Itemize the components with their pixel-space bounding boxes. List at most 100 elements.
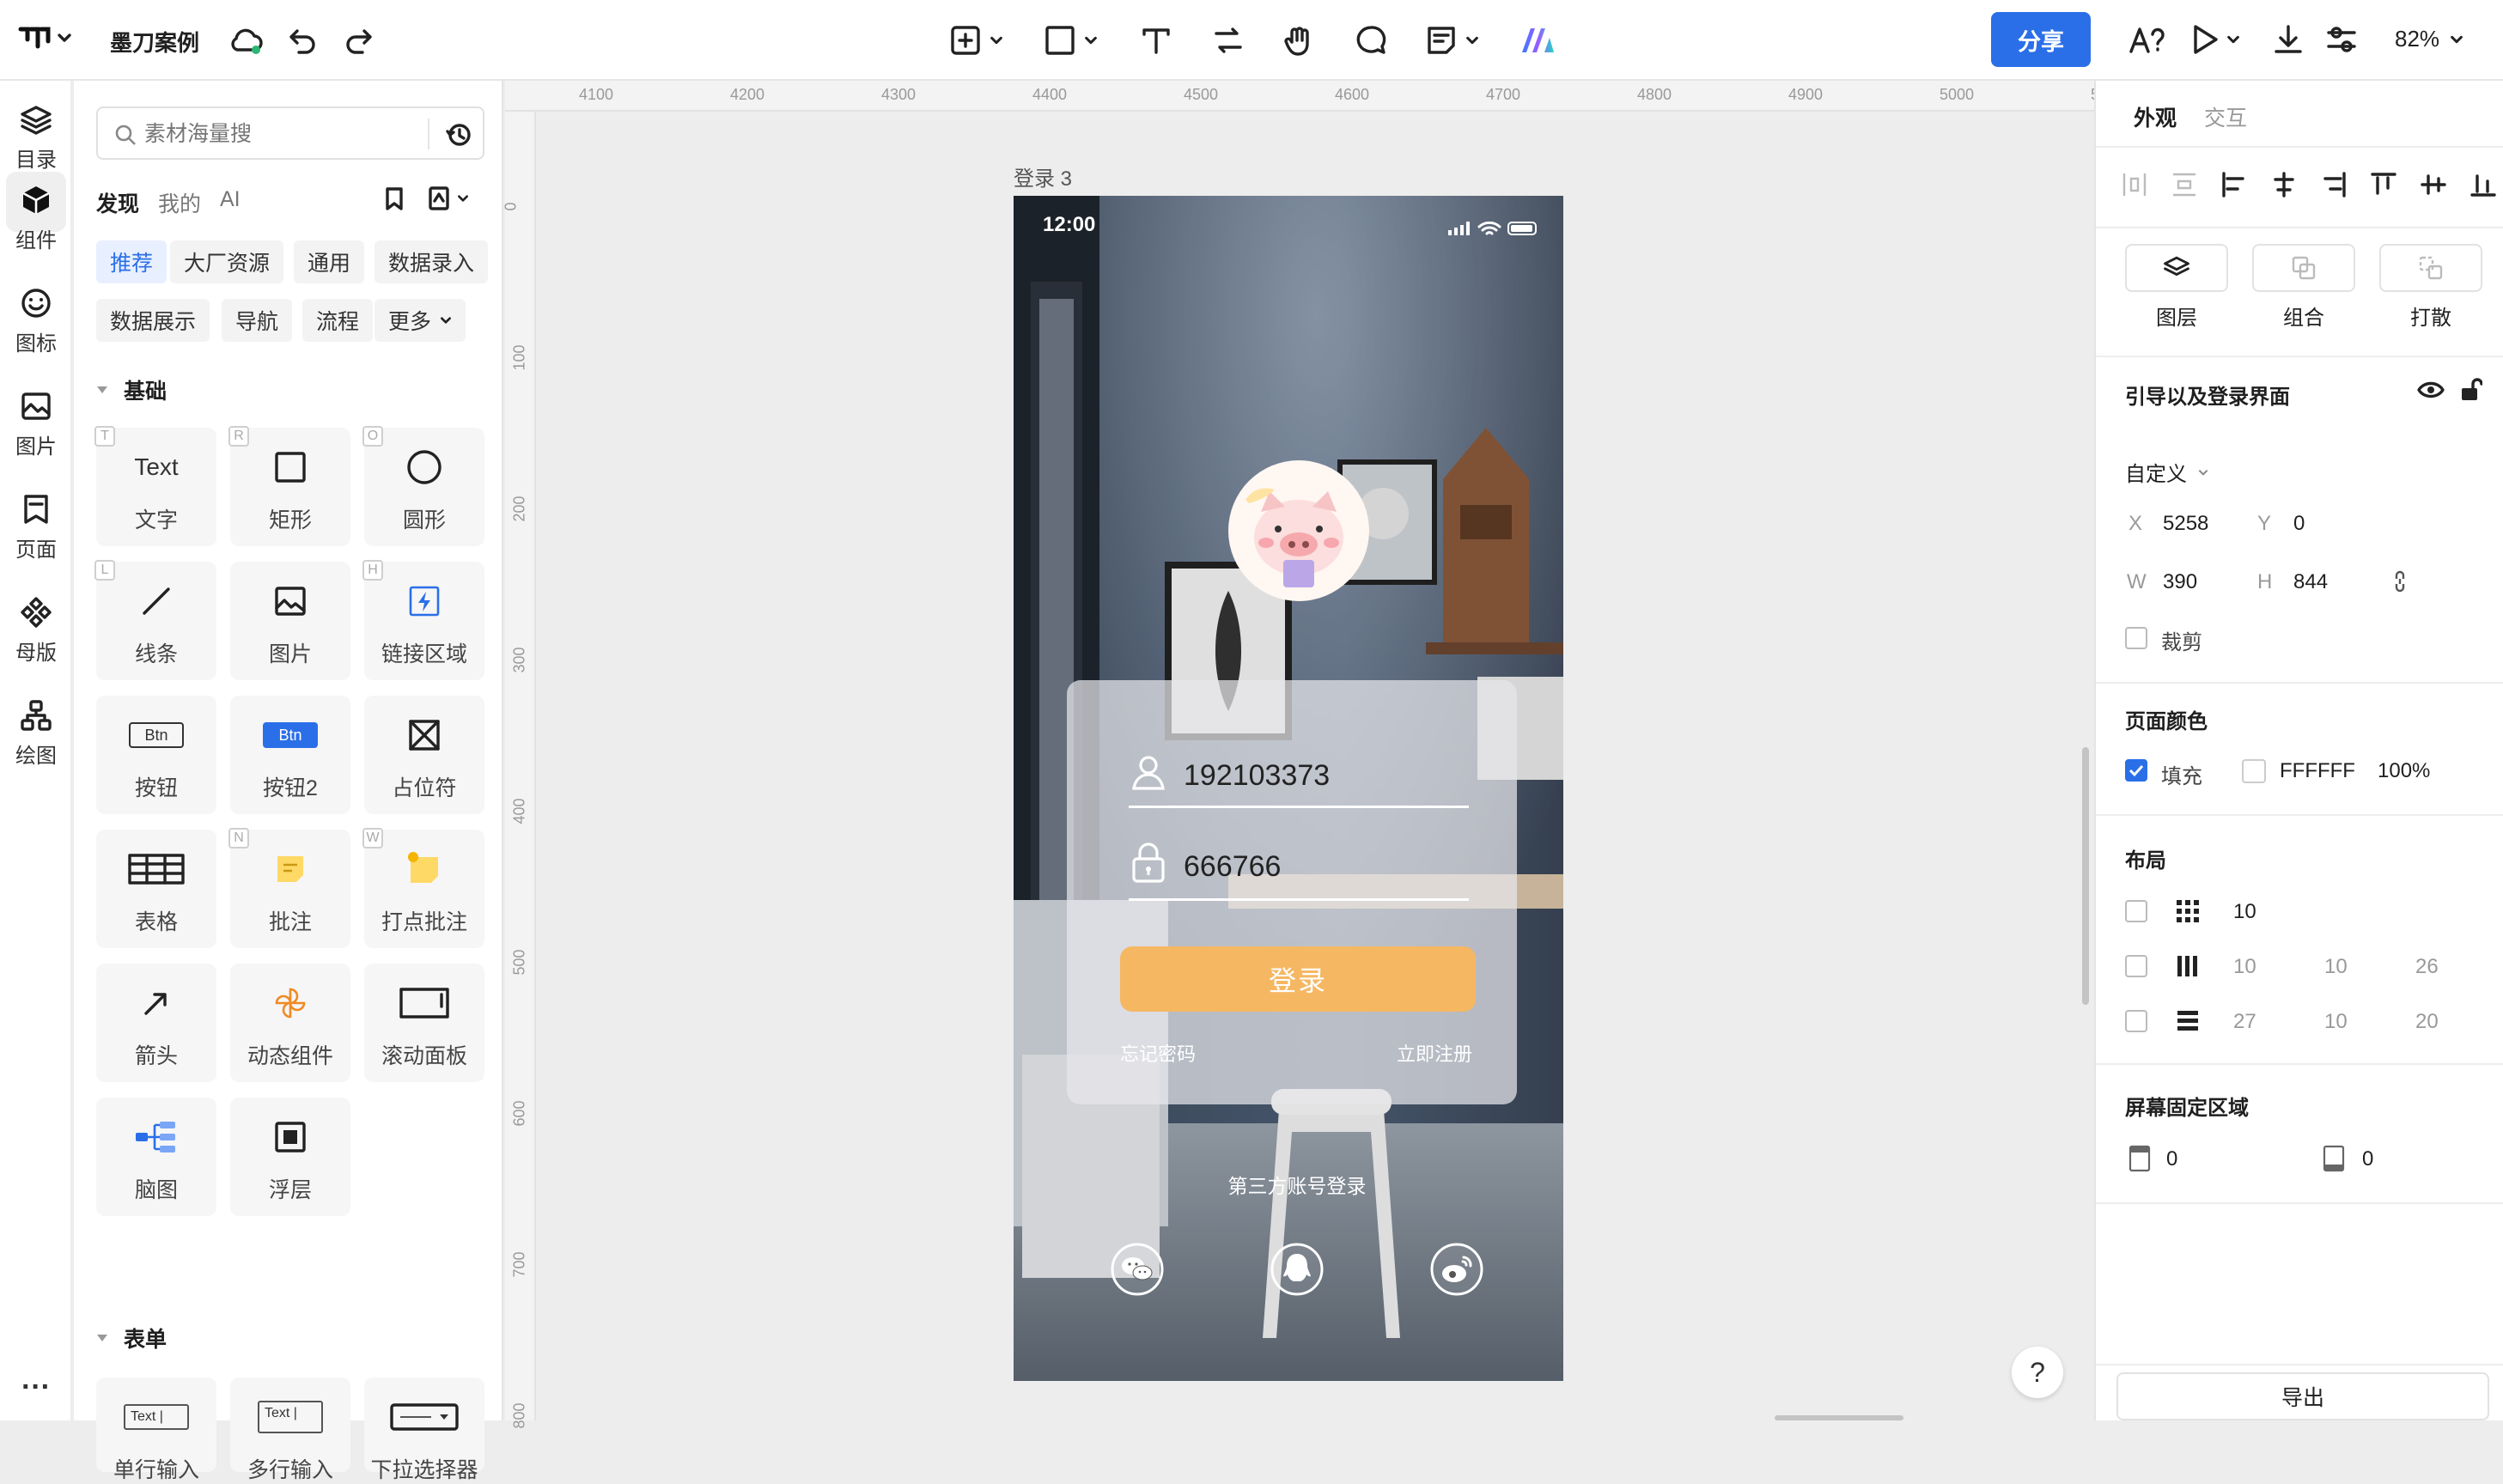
- connector-tool[interactable]: [1211, 22, 1245, 58]
- canvas-scrollbar-vertical[interactable]: [2082, 747, 2089, 1005]
- fill-color-swatch[interactable]: [2242, 759, 2266, 783]
- chip-more[interactable]: 更多: [375, 299, 466, 342]
- help-button[interactable]: ?: [2012, 1347, 2063, 1398]
- zoom-select[interactable]: 82%: [2395, 26, 2463, 52]
- chip-recommended[interactable]: 推荐: [96, 240, 167, 283]
- group-button[interactable]: [2252, 244, 2355, 292]
- rows-margin-input[interactable]: 20: [2415, 1010, 2439, 1034]
- app-menu[interactable]: [17, 21, 72, 55]
- component-image[interactable]: 图片: [230, 562, 350, 680]
- component-overlay[interactable]: 浮层: [230, 1098, 350, 1216]
- component-dot-annotation[interactable]: W 打点批注: [362, 828, 484, 948]
- cloud-sync-icon[interactable]: [228, 24, 265, 57]
- insert-page-tool[interactable]: [948, 22, 1003, 58]
- visibility-eye-icon[interactable]: [2417, 378, 2445, 402]
- grid-size-input[interactable]: 10: [2233, 900, 2256, 924]
- columns-gutter-input[interactable]: 10: [2324, 955, 2348, 979]
- tab-mine[interactable]: 我的: [158, 187, 201, 218]
- chip-general[interactable]: 通用: [294, 240, 365, 283]
- chip-navigation[interactable]: 导航: [222, 299, 293, 342]
- rail-item-pages[interactable]: 页面: [0, 493, 72, 563]
- preview-button[interactable]: [2189, 22, 2240, 57]
- download-icon[interactable]: [2271, 22, 2305, 57]
- library-search[interactable]: [96, 106, 484, 160]
- rows-count-input[interactable]: 27: [2233, 1010, 2256, 1034]
- chip-flow[interactable]: 流程: [302, 299, 374, 342]
- register-link[interactable]: 立即注册: [1397, 1039, 1472, 1067]
- section-basic-header[interactable]: 基础: [96, 374, 167, 405]
- component-multi-input[interactable]: Text | 多行输入: [230, 1378, 350, 1482]
- component-mindmap[interactable]: 脑图: [96, 1098, 216, 1216]
- fill-opacity-input[interactable]: 100%: [2378, 759, 2430, 783]
- component-button2[interactable]: Btn 按钮2: [230, 696, 350, 814]
- chip-data-entry[interactable]: 数据录入: [375, 240, 489, 283]
- distribute-vertical-icon[interactable]: [2170, 170, 2199, 199]
- design-canvas[interactable]: 登录 3 12:00 192103373 666766 登录 忘记密码 立即注册…: [538, 113, 2094, 1420]
- columns-count-input[interactable]: 10: [2233, 955, 2256, 979]
- component-link-area[interactable]: H 链接区域: [362, 560, 484, 680]
- component-button[interactable]: Btn 按钮: [96, 696, 216, 814]
- fill-hex-input[interactable]: FFFFFF: [2280, 759, 2355, 783]
- library-search-input[interactable]: [144, 119, 411, 149]
- component-arrow[interactable]: 箭头: [96, 964, 216, 1082]
- fixed-bottom-input[interactable]: 0: [2362, 1147, 2373, 1171]
- component-circle[interactable]: O 圆形: [362, 426, 484, 546]
- rail-item-icons[interactable]: 图标: [0, 287, 72, 356]
- align-top-icon[interactable]: [2369, 170, 2398, 199]
- fill-checkbox[interactable]: [2125, 759, 2147, 782]
- unlock-icon[interactable]: [2458, 376, 2482, 402]
- project-name[interactable]: 墨刀案例: [110, 26, 199, 58]
- login-button[interactable]: 登录: [1120, 946, 1476, 1012]
- history-icon[interactable]: [445, 121, 472, 149]
- tab-ai[interactable]: AI: [220, 187, 241, 212]
- h-input[interactable]: 844: [2293, 570, 2328, 594]
- weibo-icon[interactable]: [1429, 1242, 1484, 1297]
- library-source-select[interactable]: [426, 186, 469, 211]
- artboard-phone[interactable]: 12:00 192103373 666766 登录 忘记密码 立即注册 第三方账…: [1014, 196, 1563, 1381]
- tab-discover[interactable]: 发现: [96, 187, 139, 218]
- chip-big-factory[interactable]: 大厂资源: [170, 240, 284, 283]
- chip-data-display[interactable]: 数据展示: [96, 299, 210, 342]
- rows-gutter-input[interactable]: 10: [2324, 1010, 2348, 1034]
- rail-item-components[interactable]: 组件: [0, 172, 72, 253]
- section-form-header[interactable]: 表单: [96, 1323, 167, 1353]
- component-dynamic[interactable]: 动态组件: [230, 964, 350, 1082]
- align-center-horizontal-icon[interactable]: [2269, 170, 2299, 199]
- font-size-icon[interactable]: [2128, 22, 2166, 57]
- rail-item-images[interactable]: 图片: [0, 390, 72, 459]
- component-single-input[interactable]: Text | 单行输入: [96, 1378, 216, 1482]
- ungroup-button[interactable]: [2379, 244, 2482, 292]
- export-button[interactable]: 导出: [2116, 1372, 2489, 1420]
- wechat-icon[interactable]: [1110, 1242, 1165, 1297]
- tab-appearance[interactable]: 外观: [2134, 101, 2177, 132]
- ai-tool[interactable]: [1519, 22, 1556, 58]
- bookmark-icon[interactable]: [381, 186, 407, 211]
- align-right-icon[interactable]: [2319, 170, 2348, 199]
- align-bottom-icon[interactable]: [2469, 170, 2498, 199]
- more-menu-button[interactable]: ···: [0, 1371, 72, 1404]
- component-line[interactable]: L 线条: [94, 560, 216, 680]
- layer-button[interactable]: [2125, 244, 2228, 292]
- canvas-scrollbar-horizontal[interactable]: [1775, 1415, 1903, 1420]
- x-input[interactable]: 5258: [2163, 512, 2208, 536]
- text-tool[interactable]: [1139, 22, 1173, 58]
- component-placeholder[interactable]: 占位符: [364, 696, 484, 814]
- component-text[interactable]: T Text 文字: [94, 426, 216, 546]
- rail-item-masters[interactable]: 母版: [0, 596, 72, 666]
- component-rectangle[interactable]: R 矩形: [228, 426, 350, 546]
- tab-interaction[interactable]: 交互: [2204, 101, 2247, 132]
- hand-tool[interactable]: [1282, 22, 1316, 58]
- password-field[interactable]: 666766: [1184, 850, 1281, 884]
- shape-tool[interactable]: [1043, 22, 1098, 58]
- rows-checkbox[interactable]: [2125, 1010, 2147, 1032]
- forgot-password-link[interactable]: 忘记密码: [1120, 1039, 1196, 1067]
- rail-item-draw[interactable]: 绘图: [0, 699, 72, 769]
- constrain-proportions-icon[interactable]: [2391, 569, 2409, 594]
- comment-tool[interactable]: [1354, 22, 1388, 58]
- rail-item-catalog[interactable]: 目录: [0, 103, 72, 173]
- align-left-icon[interactable]: [2220, 170, 2249, 199]
- columns-checkbox[interactable]: [2125, 955, 2147, 977]
- distribute-horizontal-icon[interactable]: [2120, 170, 2149, 199]
- size-preset-select[interactable]: 自定义: [2125, 457, 2209, 487]
- columns-margin-input[interactable]: 26: [2415, 955, 2439, 979]
